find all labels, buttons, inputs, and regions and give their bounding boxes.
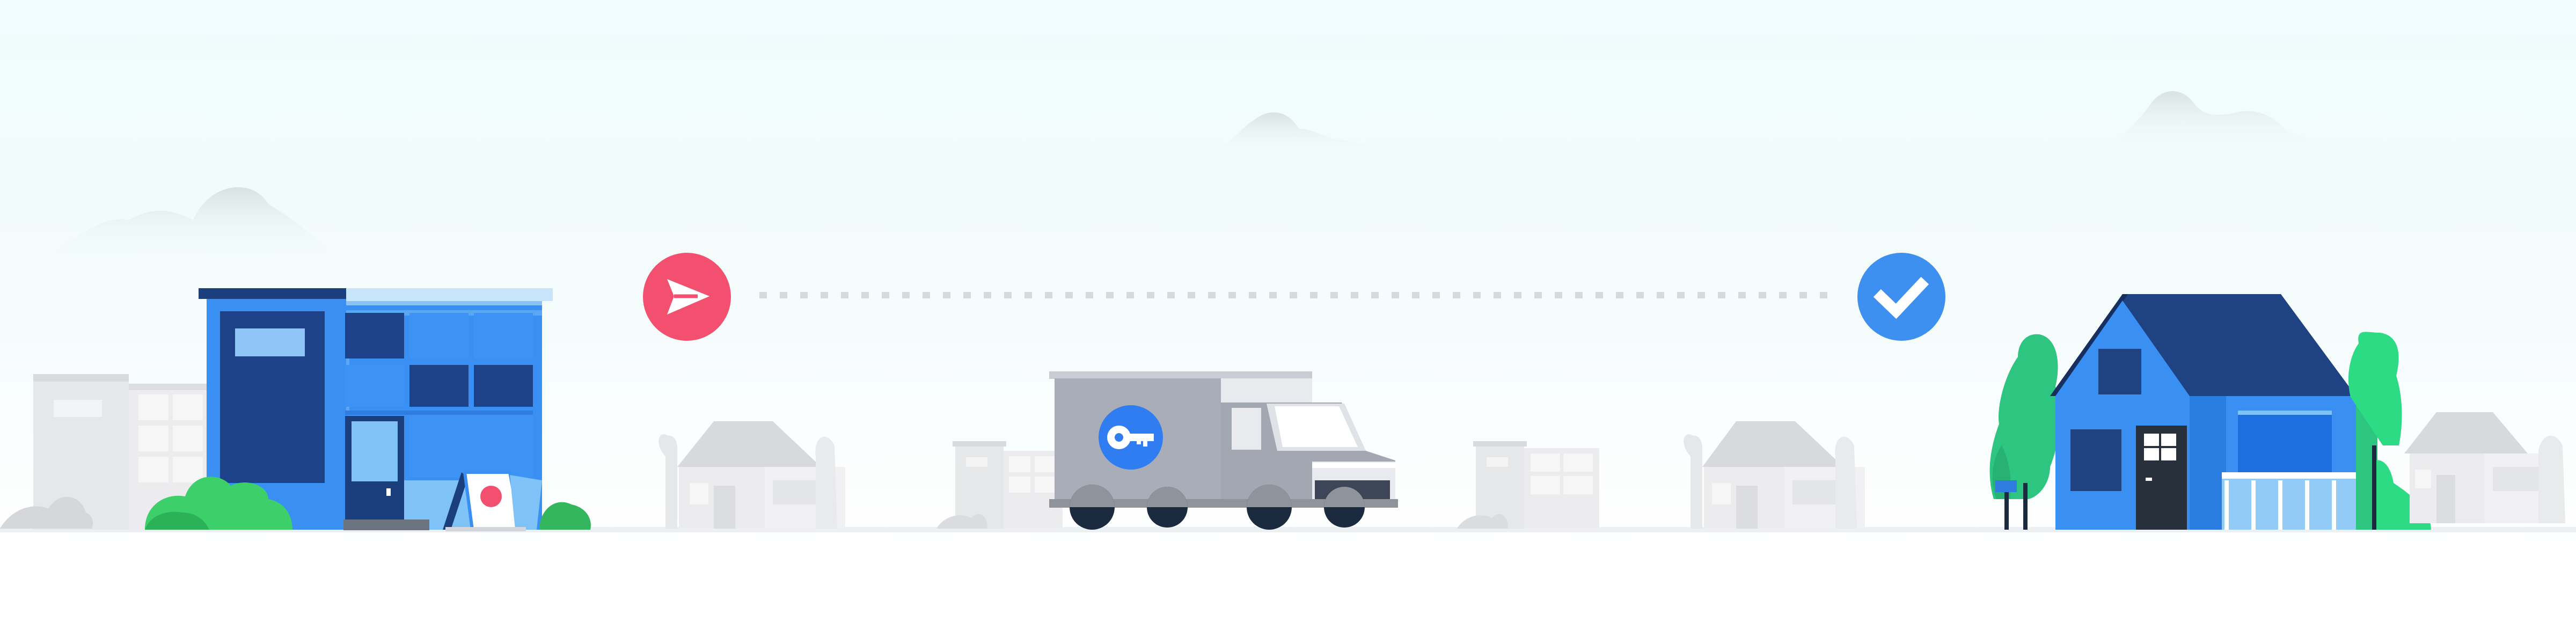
- cloud-center: [1202, 112, 1390, 156]
- send-badge: [643, 253, 731, 341]
- scene: [0, 91, 2576, 532]
- cloud-left: [43, 187, 333, 258]
- moving-truck: [1049, 371, 1398, 530]
- muted-house-4: [1684, 421, 1865, 529]
- muted-building-2: [936, 441, 1063, 529]
- check-badge: [1857, 253, 1945, 341]
- house: [2050, 294, 2380, 530]
- cloud-right: [2104, 91, 2334, 150]
- muted-house-1: [658, 421, 845, 529]
- mailbox: [1995, 480, 2017, 492]
- muted-house-5: [2404, 412, 2565, 523]
- bush-right-of-building: [539, 502, 591, 530]
- muted-building-3: [1457, 441, 1599, 529]
- tree-left: [1989, 334, 2060, 530]
